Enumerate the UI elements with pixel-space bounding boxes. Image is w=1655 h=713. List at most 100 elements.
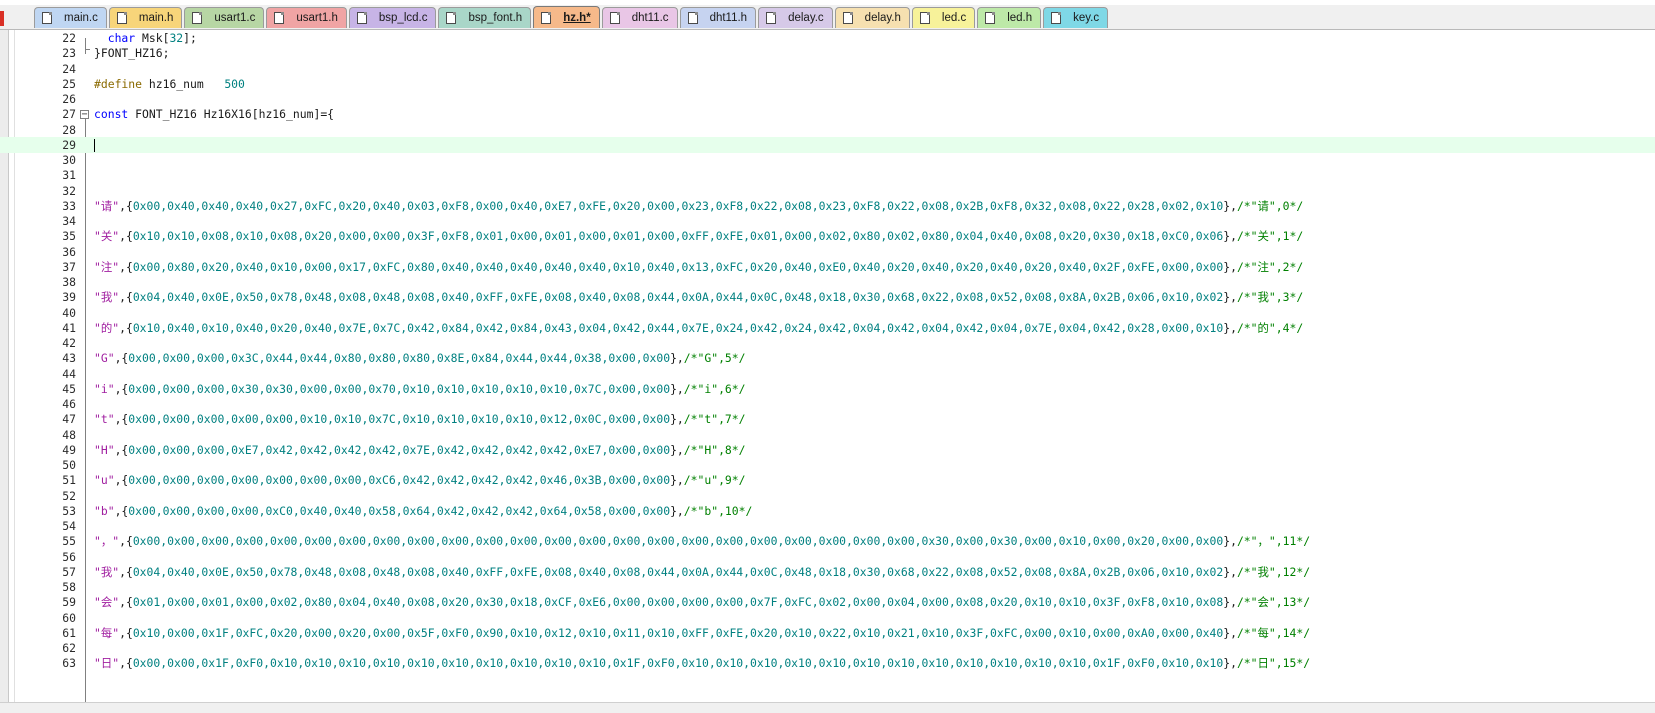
- file-icon: [446, 12, 457, 24]
- code-line[interactable]: 22 char Msk[32];: [0, 30, 1655, 46]
- code-token: /*"每",14*/: [1236, 625, 1311, 640]
- code-line[interactable]: 46: [0, 396, 1655, 412]
- code-token: 500: [224, 76, 245, 91]
- code-line[interactable]: 29: [0, 136, 1655, 153]
- code-line[interactable]: 40: [0, 305, 1655, 321]
- tab-label: usart1.c: [214, 12, 256, 24]
- tab-dht11-c[interactable]: dht11.c: [601, 7, 678, 28]
- tab-bsp-font-h[interactable]: bsp_font.h: [438, 7, 532, 28]
- tab-usart1-c[interactable]: usart1.c: [184, 7, 265, 28]
- code-line[interactable]: 56: [0, 549, 1655, 565]
- line-number: 30: [62, 153, 76, 167]
- tab-key-c[interactable]: key.c: [1043, 7, 1109, 28]
- code-line[interactable]: 38: [0, 274, 1655, 290]
- file-icon: [356, 12, 367, 24]
- line-number: 63: [62, 656, 76, 671]
- code-token: ,{: [114, 503, 129, 518]
- line-number: 37: [62, 259, 76, 274]
- horizontal-scrollbar[interactable]: [0, 702, 1655, 713]
- line-text: "会",{0x01,0x00,0x01,0x00,0x02,0x80,0x04,…: [94, 594, 1310, 610]
- line-number: 42: [62, 336, 76, 350]
- code-line[interactable]: 32: [0, 183, 1655, 199]
- tab-dht11-h[interactable]: dht11.h: [679, 7, 757, 28]
- code-line[interactable]: 24: [0, 61, 1655, 77]
- code-line[interactable]: 30: [0, 152, 1655, 168]
- code-line[interactable]: 52: [0, 488, 1655, 504]
- line-number: 50: [62, 458, 76, 472]
- code-line[interactable]: 55 "，",{0x00,0x00,0x00,0x00,0x00,0x00,0x0…: [0, 533, 1655, 549]
- code-token: ,{: [119, 595, 133, 610]
- code-line[interactable]: 44: [0, 366, 1655, 382]
- line-text: "的",{0x10,0x40,0x10,0x40,0x20,0x40,0x7E,…: [94, 320, 1303, 336]
- tab-main-h[interactable]: main.h: [108, 7, 183, 28]
- code-line[interactable]: 45 "i",{0x00,0x00,0x00,0x30,0x30,0x00,0x0…: [0, 381, 1655, 397]
- code-line[interactable]: 63 "日",{0x00,0x00,0x1F,0xF0,0x10,0x10,0x1…: [0, 655, 1655, 671]
- code-line[interactable]: 53 "b",{0x00,0x00,0x00,0x00,0xC0,0x40,0x4…: [0, 503, 1655, 519]
- code-token: 0x00,0x00,0x00,0x00,0xC0,0x40,0x40,0x58,…: [128, 503, 671, 518]
- tab-hz-h[interactable]: hz.h*: [533, 6, 600, 28]
- code-token: },: [670, 473, 684, 488]
- code-editor[interactable]: 22 char Msk[32]; 23}FONT_HZ16; 24 25 #define…: [0, 30, 1655, 702]
- code-token: },: [670, 412, 684, 427]
- code-line[interactable]: 43 "G",{0x00,0x00,0x00,0x3C,0x44,0x44,0x8…: [0, 350, 1655, 366]
- code-token: /*"请",0*/: [1236, 198, 1304, 213]
- line-number: 24: [62, 61, 76, 76]
- code-line[interactable]: 27 const FONT_HZ16 Hz16X16[hz16_num]={: [0, 106, 1655, 122]
- code-line[interactable]: 25 #define hz16_num 500: [0, 76, 1655, 92]
- code-line[interactable]: 58: [0, 579, 1655, 595]
- code-line[interactable]: 26: [0, 91, 1655, 107]
- code-line[interactable]: 35 "关",{0x10,0x10,0x08,0x10,0x08,0x20,0x0…: [0, 228, 1655, 244]
- code-line[interactable]: 57 "我",{0x04,0x40,0x0E,0x50,0x78,0x48,0x0…: [0, 564, 1655, 580]
- code-token: "关": [94, 229, 120, 244]
- tab-main-c[interactable]: main.c: [34, 7, 107, 28]
- code-line[interactable]: 23}FONT_HZ16;: [0, 45, 1655, 61]
- code-line[interactable]: 50: [0, 457, 1655, 473]
- line-number: 49: [62, 442, 76, 457]
- line-number: 45: [62, 381, 76, 396]
- tab-bsp-lcd-c[interactable]: bsp_lcd.c: [348, 7, 437, 28]
- code-line[interactable]: 41 "的",{0x10,0x40,0x10,0x40,0x20,0x40,0x7…: [0, 320, 1655, 336]
- code-line[interactable]: 42: [0, 335, 1655, 351]
- code-line[interactable]: 49 "H",{0x00,0x00,0x00,0xE7,0x42,0x42,0x4…: [0, 442, 1655, 458]
- tab-led-c[interactable]: led.c: [911, 7, 976, 28]
- line-number: 62: [62, 641, 76, 655]
- code-line[interactable]: 47 "t",{0x00,0x00,0x00,0x00,0x00,0x10,0x1…: [0, 411, 1655, 427]
- tab-usart1-h[interactable]: usart1.h: [266, 7, 347, 28]
- line-number: 57: [62, 564, 76, 579]
- code-line[interactable]: 33 "请",{0x00,0x40,0x40,0x40,0x27,0xFC,0x2…: [0, 198, 1655, 214]
- line-number: 43: [62, 351, 76, 366]
- code-line[interactable]: 48: [0, 427, 1655, 443]
- code-token: },: [670, 503, 684, 518]
- code-line[interactable]: 54: [0, 518, 1655, 534]
- code-token: ,{: [119, 290, 133, 305]
- tab-led-h[interactable]: led.h: [977, 7, 1042, 28]
- line-number: 40: [62, 305, 76, 320]
- code-token: 0x10,0x40,0x10,0x40,0x20,0x40,0x7E,0x7C,…: [132, 320, 1224, 335]
- code-line[interactable]: 60: [0, 610, 1655, 626]
- code-line[interactable]: 62: [0, 640, 1655, 656]
- code-line[interactable]: 59 "会",{0x01,0x00,0x01,0x00,0x02,0x80,0x0…: [0, 594, 1655, 610]
- file-icon: [541, 11, 552, 24]
- code-token: /*"H",8*/: [683, 442, 746, 457]
- line-number: 26: [62, 92, 76, 106]
- code-token: },: [1223, 656, 1237, 671]
- code-token: ,{: [119, 534, 133, 549]
- line-number: 61: [62, 625, 76, 640]
- tab-delay-c[interactable]: delay.c: [758, 7, 833, 28]
- code-token: "b": [94, 503, 115, 518]
- line-number: 36: [62, 244, 76, 259]
- code-line[interactable]: 36: [0, 244, 1655, 260]
- code-line[interactable]: 61 "每",{0x10,0x00,0x1F,0xFC,0x20,0x00,0x2…: [0, 625, 1655, 641]
- file-tabs: main.c main.h usart1.c usart1.h bsp_lcd.c bsp…: [34, 6, 1110, 29]
- code-line[interactable]: 39 "我",{0x04,0x40,0x0E,0x50,0x78,0x48,0x0…: [0, 289, 1655, 305]
- tab-delay-h[interactable]: delay.h: [834, 7, 910, 28]
- line-text: "我",{0x04,0x40,0x0E,0x50,0x78,0x48,0x08,…: [94, 289, 1303, 305]
- code-token: /*"i",6*/: [683, 381, 746, 396]
- code-line[interactable]: 31: [0, 167, 1655, 183]
- code-token: 0x04,0x40,0x0E,0x50,0x78,0x48,0x08,0x48,…: [132, 290, 1224, 305]
- code-line[interactable]: 37 "注",{0x00,0x80,0x20,0x40,0x10,0x00,0x1…: [0, 259, 1655, 275]
- code-line[interactable]: 28: [0, 122, 1655, 138]
- code-line[interactable]: 34: [0, 213, 1655, 229]
- line-number: 47: [62, 412, 76, 427]
- code-line[interactable]: 51 "u",{0x00,0x00,0x00,0x00,0x00,0x00,0x0…: [0, 472, 1655, 488]
